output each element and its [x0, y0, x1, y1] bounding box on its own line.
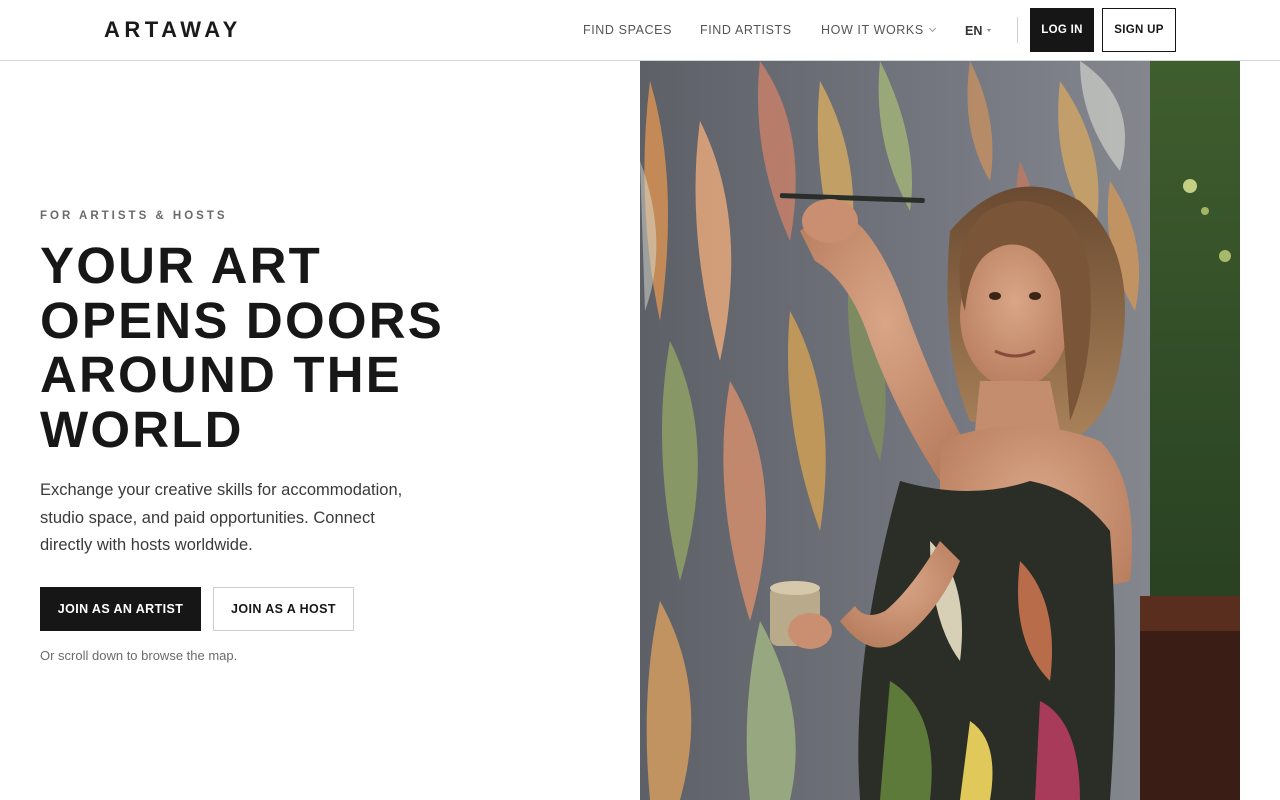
headline-line: YOUR ART [40, 237, 323, 294]
hero-subtext: Exchange your creative skills for accomm… [40, 481, 403, 554]
site-header: ARTAWAY FIND SPACES FIND ARTISTS HOW IT … [0, 0, 1280, 61]
chevron-down-icon [928, 24, 936, 33]
scroll-hint: Or scroll down to browse the map. [40, 648, 238, 663]
nav-how-it-works-label: HOW IT WORKS [821, 23, 924, 37]
hero-headline: YOUR ART OPENS DOORS AROUND THE WORLD [40, 237, 480, 458]
headline-line: AROUND THE [40, 346, 402, 403]
signup-button[interactable]: SIGN UP [1102, 8, 1176, 52]
headline-line: OPENS DOORS [40, 291, 444, 349]
brand-logo[interactable]: ARTAWAY [104, 17, 242, 43]
language-label: EN [965, 24, 983, 38]
headline-line: WORLD [40, 400, 244, 458]
caret-down-icon [987, 29, 992, 32]
hero-photo [640, 61, 1240, 800]
join-as-artist-button[interactable]: JOIN AS AN ARTIST [40, 587, 201, 631]
join-as-host-button[interactable]: JOIN AS A HOST [213, 587, 354, 631]
header-divider [1017, 17, 1018, 43]
language-selector[interactable]: EN [965, 23, 992, 39]
login-button[interactable]: LOG IN [1030, 8, 1094, 52]
hero-eyebrow: FOR ARTISTS & HOSTS [40, 210, 228, 222]
nav-find-artists[interactable]: FIND ARTISTS [700, 22, 792, 38]
nav-find-spaces[interactable]: FIND SPACES [583, 22, 672, 38]
nav-how-it-works[interactable]: HOW IT WORKS [821, 22, 936, 38]
